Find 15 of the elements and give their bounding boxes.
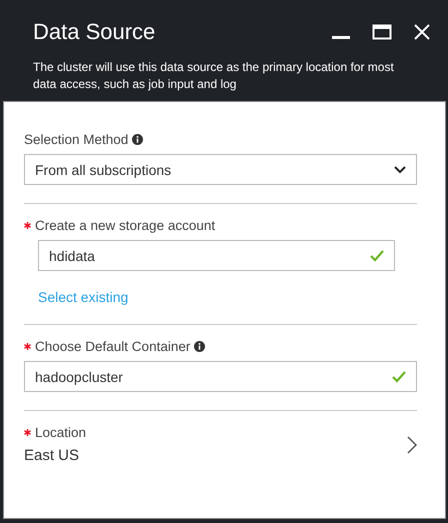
input-field[interactable]: hadoopcluster [24,361,417,392]
selection-dropdown[interactable]: From all subscriptions [24,154,417,185]
maximize-icon[interactable] [372,24,392,40]
chevron-down-icon [394,166,406,174]
window-description: The cluster will use this data source as the primary location for most data access, such as job input and log [33,59,395,93]
location-value: East US [24,447,80,464]
field-label: Create a new storage account [35,218,216,233]
location-picker[interactable]: Location East US [24,425,417,464]
input-field[interactable]: hdidata [38,240,395,271]
close-icon[interactable] [414,24,430,40]
field-label: Selection Method [24,132,128,147]
window-title: Data Source [33,19,156,45]
field-label: Choose Default Container [35,339,190,354]
field-label: Location [35,425,86,440]
chevron-right-icon [407,436,417,454]
